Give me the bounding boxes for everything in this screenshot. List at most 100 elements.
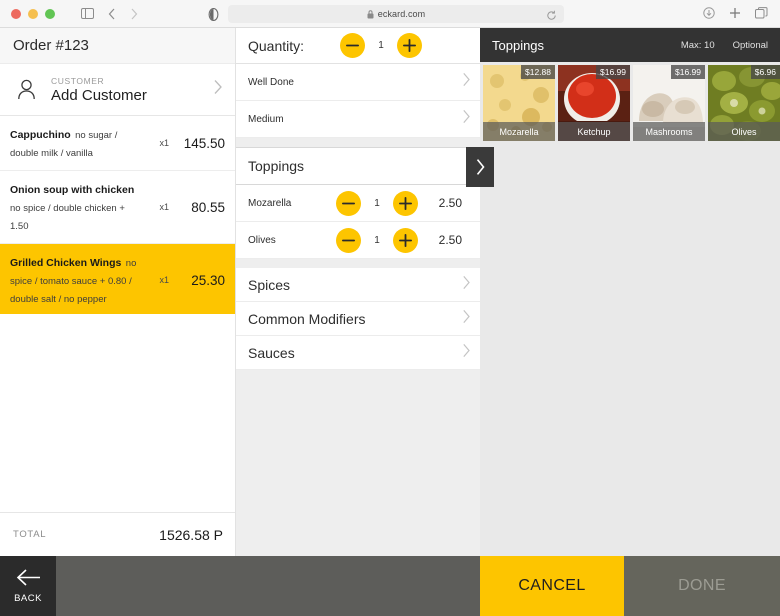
topping-name: Mozarella (248, 197, 292, 209)
toppings-panel-title: Toppings (492, 37, 545, 53)
modifier-row-common-modifiers[interactable]: Common Modifiers (236, 302, 480, 336)
reader-contrast-icon[interactable] (208, 8, 219, 21)
page-title: Order #123 (0, 28, 235, 64)
lock-icon (367, 9, 374, 19)
order-items-list: Cappuchino no sugar / double milk / vani… (0, 116, 235, 314)
toppings-optional-badge: Optional (732, 39, 768, 51)
chevron-right-icon (462, 109, 471, 129)
done-button[interactable]: DONE (624, 556, 780, 616)
order-total-row: TOTAL 1526.58 P (0, 512, 235, 556)
topping-name-label: Mashrooms (633, 122, 705, 141)
quantity-stepper-row: Quantity: 1 (236, 28, 480, 64)
topping-decrement-button[interactable] (336, 227, 361, 253)
cancel-button[interactable]: CANCEL (480, 556, 624, 616)
toppings-panel-header: Toppings Max: 10 Optional (480, 28, 780, 62)
forward-chevron-icon[interactable] (130, 8, 138, 20)
sidebar-icon[interactable] (81, 8, 94, 19)
maximize-window-button[interactable] (45, 8, 55, 19)
modifier-row-well-done[interactable]: Well Done (236, 64, 480, 101)
topping-decrement-button[interactable] (336, 190, 361, 216)
modifier-label: Sauces (248, 344, 295, 361)
topping-tile-mozarella[interactable]: $12.88 Mozarella (483, 65, 555, 141)
table-row[interactable]: Cappuchino no sugar / double milk / vani… (0, 116, 235, 171)
item-price: 145.50 (183, 135, 225, 151)
topping-stepper: 1 (336, 227, 418, 253)
modifier-row-sauces[interactable]: Sauces (236, 336, 480, 370)
modifier-row-medium[interactable]: Medium (236, 101, 480, 138)
item-quantity: x1 (159, 275, 169, 285)
reload-icon[interactable] (546, 8, 557, 26)
modifier-row-spices[interactable]: Spices (236, 268, 480, 302)
topping-quantity-value: 1 (374, 234, 380, 246)
topping-stepper: 1 (336, 190, 418, 216)
total-label: TOTAL (13, 529, 47, 540)
chevron-right-icon (462, 72, 471, 92)
quantity-decrement-button[interactable] (340, 33, 365, 58)
topping-modifier-row-mozarella: Mozarella 1 2.50 (236, 185, 480, 222)
quantity-label: Quantity: (248, 37, 305, 54)
order-list-empty-space (0, 314, 235, 512)
section-gap (236, 259, 480, 268)
modifier-row-toppings-active[interactable]: Toppings (236, 147, 494, 187)
topping-name-label: Mozarella (483, 122, 555, 141)
topping-price: 2.50 (438, 196, 462, 210)
toppings-max-badge: Max: 10 (680, 39, 715, 51)
topping-increment-button[interactable] (393, 227, 418, 253)
topping-tile-olives[interactable]: $6.96 Olives (708, 65, 780, 141)
quantity-stepper: 1 (340, 33, 422, 58)
url-text: eckard.com (377, 9, 426, 19)
bottom-bar-filler (56, 556, 480, 616)
quantity-increment-button[interactable] (397, 33, 422, 58)
topping-modifier-row-olives: Olives 1 2.50 (236, 222, 480, 259)
topping-tile-mashrooms[interactable]: $16.99 Mashrooms (633, 65, 705, 141)
table-row-selected[interactable]: Grilled Chicken Wings no spice / tomato … (0, 244, 235, 314)
quantity-value: 1 (378, 40, 384, 51)
item-name: Cappuchino (10, 129, 71, 141)
modifier-label: Toppings (248, 158, 305, 174)
modifier-label: Medium (248, 113, 284, 125)
item-modifiers: no spice / double chicken + 1.50 (10, 203, 125, 232)
back-button[interactable]: BACK (0, 556, 56, 616)
back-chevron-icon[interactable] (108, 8, 116, 20)
add-customer-label: Add Customer (51, 86, 147, 104)
item-name: Onion soup with chicken (10, 184, 135, 196)
topping-tile-ketchup[interactable]: $16.99 Ketchup (558, 65, 630, 141)
topping-name-label: Ketchup (558, 122, 630, 141)
chevron-right-icon (462, 309, 471, 329)
topping-quantity-value: 1 (374, 197, 380, 209)
table-row[interactable]: Onion soup with chicken no spice / doubl… (0, 171, 235, 244)
topping-price-badge: $16.99 (671, 65, 705, 79)
plus-icon[interactable] (729, 7, 741, 19)
chevron-right-icon (213, 79, 223, 100)
bottom-action-bar: BACK CANCEL DONE (0, 556, 780, 616)
add-customer-row[interactable]: CUSTOMER Add Customer (0, 64, 235, 116)
modifier-label: Common Modifiers (248, 310, 366, 327)
download-icon[interactable] (703, 7, 715, 19)
topping-price-badge: $12.88 (521, 65, 555, 79)
item-price: 25.30 (191, 272, 225, 288)
item-price: 80.55 (191, 199, 225, 215)
item-quantity: x1 (159, 202, 169, 212)
chevron-right-icon (462, 275, 471, 295)
browser-toolbar: eckard.com (0, 0, 780, 28)
pos-application: Order #123 CUSTOMER Add Customer Cappuch… (0, 28, 780, 616)
topping-price-badge: $6.96 (750, 65, 780, 79)
minimize-window-button[interactable] (28, 8, 38, 19)
topping-name-label: Olives (708, 122, 780, 141)
back-button-label: BACK (14, 592, 42, 604)
item-name: Grilled Chicken Wings (10, 257, 122, 269)
address-bar[interactable]: eckard.com (228, 5, 564, 23)
close-window-button[interactable] (11, 8, 21, 19)
modifier-label: Spices (248, 276, 291, 293)
modifier-panel: Quantity: 1 Well Done Medium Toppings Mo… (236, 28, 494, 556)
total-value: 1526.58 P (159, 526, 223, 543)
chevron-right-icon (462, 343, 471, 363)
modifier-label: Well Done (248, 76, 294, 88)
section-gap (236, 138, 480, 147)
chevron-right-icon[interactable] (466, 147, 494, 187)
toppings-group: Toppings Mozarella 1 2.50 Olives 1 2.50 (236, 147, 494, 259)
topping-tiles-grid: $12.88 Mozarella $16.99 Ketchup $16.99 M… (480, 62, 780, 141)
topping-increment-button[interactable] (393, 190, 418, 216)
tabs-overview-icon[interactable] (755, 7, 768, 19)
topping-name: Olives (248, 234, 276, 246)
